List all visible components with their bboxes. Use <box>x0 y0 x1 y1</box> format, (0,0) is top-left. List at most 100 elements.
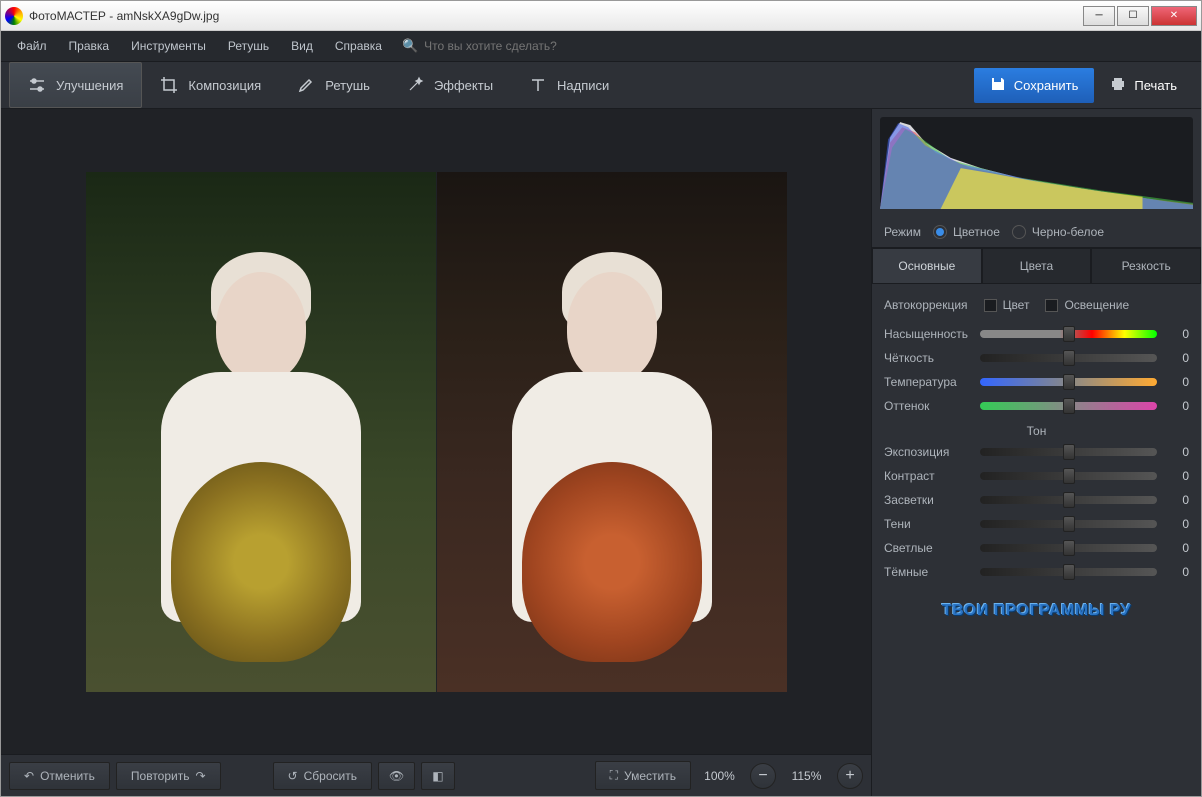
reset-label: Сбросить <box>304 769 357 783</box>
app-window: ФотоМАСТЕР - amNskXA9gDw.jpg ─ ☐ ✕ Файл … <box>0 0 1202 797</box>
undo-button[interactable]: ↶ Отменить <box>9 762 110 790</box>
fit-icon: ⛶ <box>610 768 618 783</box>
shadows-slider[interactable] <box>980 520 1157 528</box>
tab-effects[interactable]: Эффекты <box>388 62 511 108</box>
saturation-value: 0 <box>1165 327 1189 341</box>
bottom-bar: ↶ Отменить Повторить ↷ ↺ Сбросить 👁 <box>1 754 871 796</box>
tab-composition[interactable]: Композиция <box>142 62 279 108</box>
zoom-in-button[interactable]: + <box>837 763 863 789</box>
app-icon <box>5 7 23 25</box>
compare-button[interactable]: ◧ <box>421 762 454 790</box>
tab-effects-label: Эффекты <box>434 78 493 93</box>
close-button[interactable]: ✕ <box>1151 6 1197 26</box>
tab-retouch[interactable]: Ретушь <box>279 62 388 108</box>
menubar: Файл Правка Инструменты Ретушь Вид Справ… <box>1 31 1201 61</box>
clarity-slider[interactable] <box>980 354 1157 362</box>
autocorrect-lighting-checkbox[interactable]: Освещение <box>1045 298 1129 312</box>
tab-retouch-label: Ретушь <box>325 78 370 93</box>
tint-slider[interactable] <box>980 402 1157 410</box>
print-icon <box>1110 76 1126 95</box>
minimize-button[interactable]: ─ <box>1083 6 1115 26</box>
histogram <box>880 117 1193 209</box>
menu-retouch[interactable]: Ретушь <box>218 35 279 57</box>
checkbox-icon <box>1045 299 1058 312</box>
image-after <box>437 172 787 692</box>
autocorrect-label: Автокоррекция <box>884 298 968 312</box>
mode-label: Режим <box>884 225 921 239</box>
exposure-slider[interactable] <box>980 448 1157 456</box>
preview-toggle-button[interactable]: 👁 <box>378 762 415 790</box>
image-before-after <box>86 172 787 692</box>
exposure-label: Экспозиция <box>884 445 972 459</box>
print-label: Печать <box>1134 78 1177 93</box>
zoom-current-value: 115% <box>784 769 829 783</box>
side-tab-basic[interactable]: Основные <box>872 248 982 284</box>
menu-edit[interactable]: Правка <box>59 35 120 57</box>
side-tab-sharpness[interactable]: Резкость <box>1091 248 1201 284</box>
redo-icon: ↷ <box>195 769 205 783</box>
tone-section-title: Тон <box>884 418 1189 440</box>
image-before <box>86 172 436 692</box>
saturation-slider[interactable] <box>980 330 1157 338</box>
canvas-viewport[interactable] <box>1 109 871 754</box>
blacks-slider[interactable] <box>980 568 1157 576</box>
tab-composition-label: Композиция <box>188 78 261 93</box>
temperature-label: Температура <box>884 375 972 389</box>
watermark-text: ТВОИ ПРОГРАММЫ РУ <box>872 592 1201 630</box>
brush-icon <box>297 76 315 94</box>
tab-captions-label: Надписи <box>557 78 609 93</box>
blacks-label: Тёмные <box>884 565 972 579</box>
wand-icon <box>406 76 424 94</box>
undo-icon: ↶ <box>24 769 34 783</box>
shadows-label: Тени <box>884 517 972 531</box>
temperature-value: 0 <box>1165 375 1189 389</box>
search-icon: 🔍 <box>402 38 418 54</box>
menu-file[interactable]: Файл <box>7 35 57 57</box>
tab-improvements[interactable]: Улучшения <box>9 62 142 108</box>
menu-help[interactable]: Справка <box>325 35 392 57</box>
search-input[interactable] <box>424 39 624 53</box>
fit-button[interactable]: ⛶ Уместить <box>595 761 691 790</box>
tab-captions[interactable]: Надписи <box>511 62 627 108</box>
autocorrect-lighting-label: Освещение <box>1064 298 1129 312</box>
highlights-value: 0 <box>1165 493 1189 507</box>
contrast-value: 0 <box>1165 469 1189 483</box>
mode-bw-radio[interactable]: Черно-белое <box>1012 225 1104 239</box>
undo-label: Отменить <box>40 769 95 783</box>
zoom-out-button[interactable]: − <box>750 763 776 789</box>
maximize-button[interactable]: ☐ <box>1117 6 1149 26</box>
window-title: ФотоМАСТЕР - amNskXA9gDw.jpg <box>29 9 1081 23</box>
zoom-original-value: 100% <box>697 769 742 783</box>
text-icon <box>529 76 547 94</box>
saturation-label: Насыщенность <box>884 327 972 341</box>
print-button[interactable]: Печать <box>1094 68 1193 103</box>
fit-label: Уместить <box>624 769 676 783</box>
reset-button[interactable]: ↺ Сбросить <box>273 762 372 790</box>
save-button[interactable]: Сохранить <box>974 68 1095 103</box>
highlights-slider[interactable] <box>980 496 1157 504</box>
save-icon <box>990 76 1006 95</box>
menu-view[interactable]: Вид <box>281 35 323 57</box>
radio-off-icon <box>1012 225 1026 239</box>
checkbox-icon <box>984 299 997 312</box>
redo-button[interactable]: Повторить ↷ <box>116 762 221 790</box>
menu-tools[interactable]: Инструменты <box>121 35 216 57</box>
contrast-label: Контраст <box>884 469 972 483</box>
shadows-value: 0 <box>1165 517 1189 531</box>
whites-slider[interactable] <box>980 544 1157 552</box>
eye-icon: 👁 <box>389 769 404 783</box>
mode-color-radio[interactable]: Цветное <box>933 225 1000 239</box>
mode-bw-label: Черно-белое <box>1032 225 1104 239</box>
tint-label: Оттенок <box>884 399 972 413</box>
exposure-value: 0 <box>1165 445 1189 459</box>
clarity-label: Чёткость <box>884 351 972 365</box>
tab-improvements-label: Улучшения <box>56 78 123 93</box>
radio-on-icon <box>933 225 947 239</box>
autocorrect-color-checkbox[interactable]: Цвет <box>984 298 1030 312</box>
titlebar: ФотоМАСТЕР - amNskXA9gDw.jpg ─ ☐ ✕ <box>1 1 1201 31</box>
side-tab-colors[interactable]: Цвета <box>982 248 1092 284</box>
contrast-slider[interactable] <box>980 472 1157 480</box>
sliders-icon <box>28 76 46 94</box>
temperature-slider[interactable] <box>980 378 1157 386</box>
highlights-label: Засветки <box>884 493 972 507</box>
